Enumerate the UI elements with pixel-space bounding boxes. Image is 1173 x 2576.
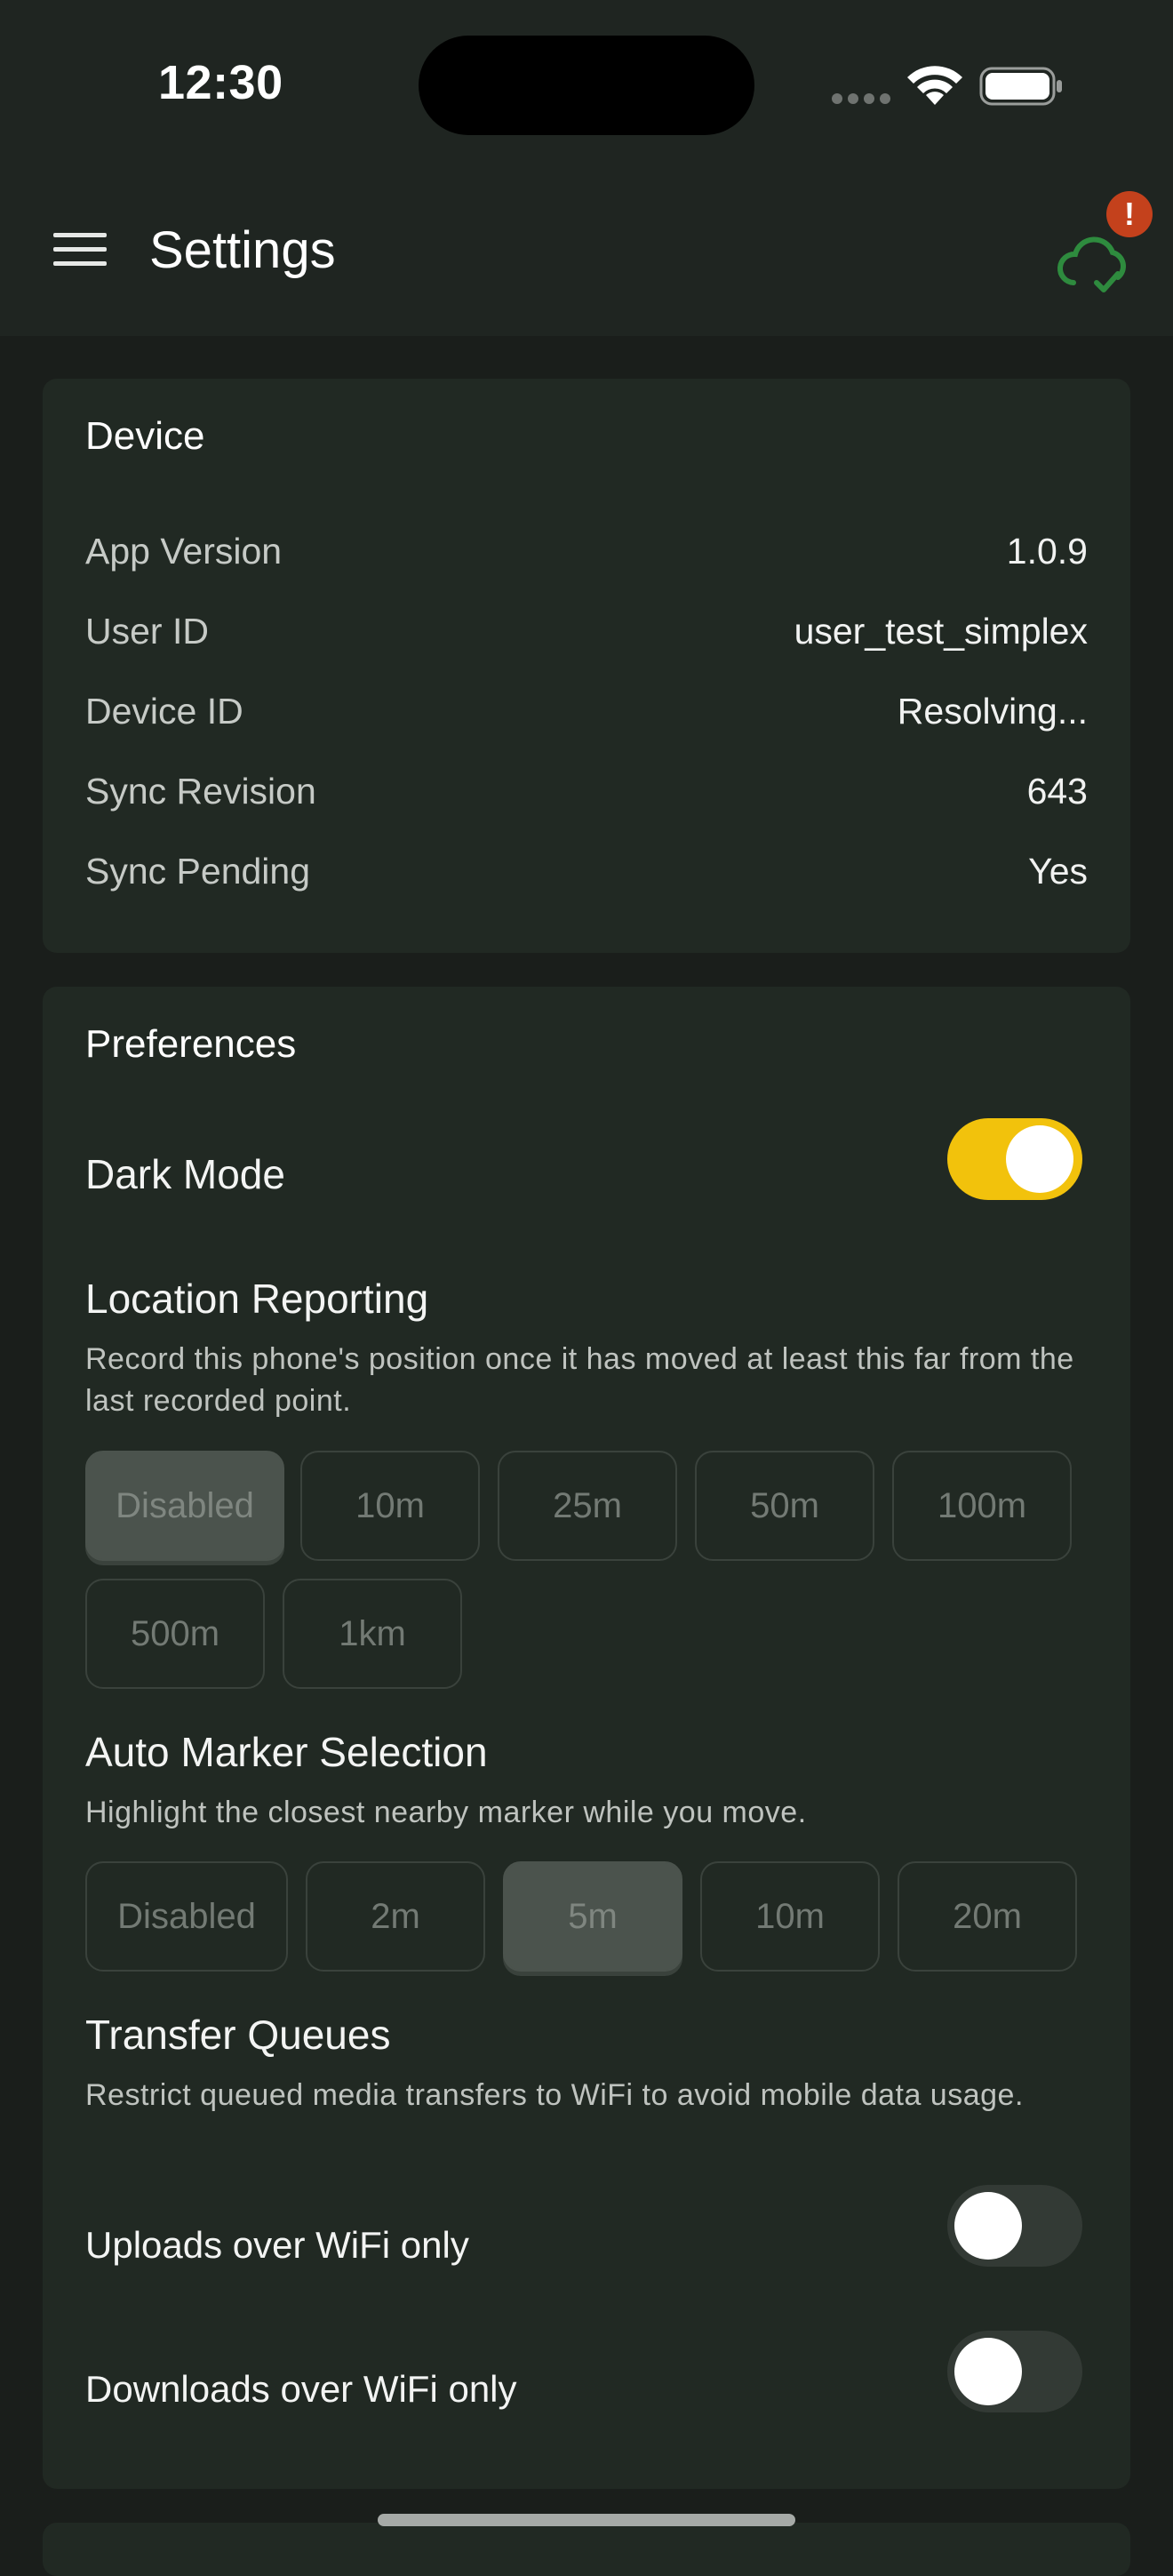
location-option-disabled[interactable]: Disabled [85,1451,284,1561]
location-option-50m[interactable]: 50m [695,1451,874,1561]
preferences-card-title: Preferences [85,1022,297,1066]
next-card [43,2523,1130,2576]
toggle-knob [954,2192,1022,2260]
transfer-queues-description: Restrict queued media transfers to WiFi … [85,2078,1024,2112]
info-value: Yes [1028,850,1088,892]
marker-option-20m[interactable]: 20m [898,1861,1077,1972]
info-label: Sync Pending [85,850,311,892]
info-row-app-version: App Version 1.0.9 [85,524,1088,578]
info-row-sync-pending: Sync Pending Yes [85,844,1088,898]
toggle-knob [954,2338,1022,2405]
marker-option-5m[interactable]: 5m [503,1861,682,1972]
location-reporting-description: Record this phone's position once it has… [85,1342,1074,1418]
uploads-wifi-label: Uploads over WiFi only [85,2224,469,2266]
auto-marker-description: Highlight the closest nearby marker whil… [85,1796,807,1829]
status-time: 12:30 [158,56,283,109]
device-card-title: Device [85,414,205,458]
sync-warning-badge: ! [1106,191,1153,237]
page-title: Settings [149,221,336,279]
info-label: User ID [85,610,209,652]
preferences-card: Preferences Dark Mode Location Reporting… [43,987,1130,2489]
wifi-icon [907,66,962,105]
info-label: Sync Revision [85,770,316,812]
menu-icon[interactable] [53,233,107,272]
downloads-wifi-toggle[interactable] [947,2331,1082,2412]
location-option-100m[interactable]: 100m [892,1451,1072,1561]
dynamic-island [419,36,754,135]
downloads-wifi-label: Downloads over WiFi only [85,2368,517,2410]
transfer-queues-label: Transfer Queues [85,2012,391,2058]
location-option-500m[interactable]: 500m [85,1579,265,1689]
battery-icon [979,67,1062,106]
marker-option-disabled[interactable]: Disabled [85,1861,288,1972]
dark-mode-toggle[interactable] [947,1118,1082,1200]
auto-marker-label: Auto Marker Selection [85,1729,488,1775]
location-option-25m[interactable]: 25m [498,1451,677,1561]
status-bar: 12:30 [0,0,1173,178]
info-label: App Version [85,530,283,572]
info-value: 1.0.9 [1006,530,1088,572]
dark-mode-label: Dark Mode [85,1151,285,1197]
info-row-sync-revision: Sync Revision 643 [85,764,1088,818]
location-reporting-label: Location Reporting [85,1276,429,1322]
info-value: 643 [1026,770,1088,812]
info-value: user_test_simplex [794,610,1088,652]
home-indicator[interactable] [378,2514,795,2526]
info-row-device-id: Device ID Resolving... [85,684,1088,738]
uploads-wifi-toggle[interactable] [947,2185,1082,2267]
toggle-knob [1006,1125,1073,1193]
info-value: Resolving... [897,690,1088,732]
cellular-signal-icon [832,92,896,108]
info-row-user-id: User ID user_test_simplex [85,604,1088,658]
marker-option-2m[interactable]: 2m [306,1861,485,1972]
device-card: Device App Version 1.0.9 User ID user_te… [43,379,1130,953]
info-label: Device ID [85,690,243,732]
app-bar: Settings [0,178,1173,336]
location-option-1km[interactable]: 1km [283,1579,462,1689]
marker-option-10m[interactable]: 10m [700,1861,880,1972]
location-option-10m[interactable]: 10m [300,1451,480,1561]
